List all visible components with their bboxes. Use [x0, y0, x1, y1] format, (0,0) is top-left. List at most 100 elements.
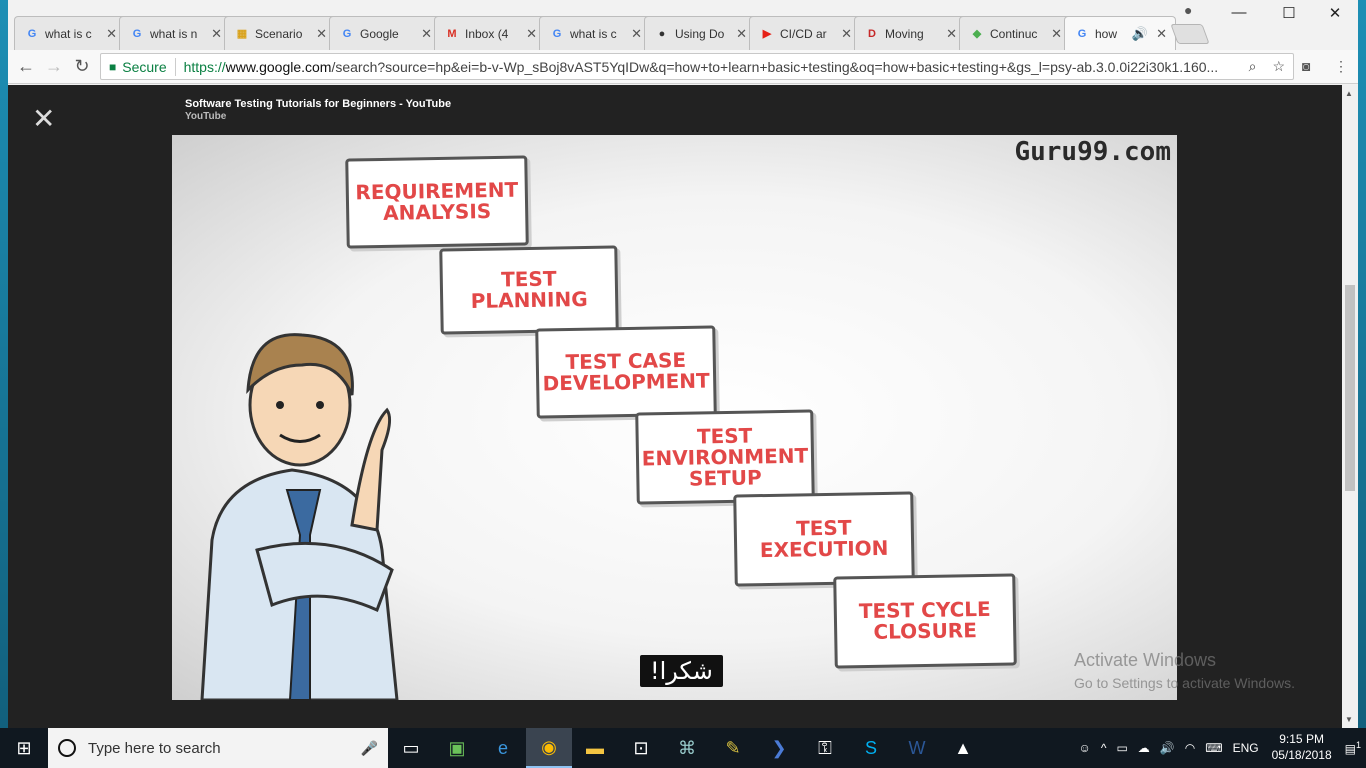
notification-center-icon[interactable]: ▤1 [1345, 740, 1361, 756]
pencil-tool-icon[interactable]: ✎ [710, 728, 756, 768]
lock-icon: ■ [109, 59, 117, 74]
close-tab-icon[interactable]: ✕ [1051, 26, 1062, 42]
file-explorer-icon[interactable]: ▬ [572, 728, 618, 768]
url-scheme: https:// [183, 58, 226, 75]
close-window-icon[interactable]: ✕ [1320, 4, 1350, 22]
close-tab-icon[interactable]: ✕ [1156, 26, 1167, 42]
stage-text: ANALYSIS [382, 199, 492, 225]
close-tab-icon[interactable]: ✕ [211, 26, 222, 42]
edge-browser-icon[interactable]: e [480, 728, 526, 768]
extension-icon[interactable]: ◙ [1302, 58, 1310, 74]
battery-icon[interactable]: ▭ [1116, 741, 1127, 755]
store-bag-icon[interactable]: ⊡ [618, 728, 664, 768]
people-icon[interactable]: ☺ [1079, 741, 1091, 755]
close-viewer-icon[interactable]: ✕ [32, 105, 55, 133]
google-icon: G [1077, 27, 1087, 40]
stage-text: PLANNING [470, 286, 588, 314]
brand-watermark: Guru99.com [1014, 137, 1171, 167]
cortana-icon [58, 739, 76, 757]
minimize-icon[interactable]: — [1224, 4, 1254, 21]
close-tab-icon[interactable]: ✕ [841, 26, 852, 42]
clock-date: 05/18/2018 [1271, 748, 1332, 762]
notification-count: 1 [1355, 740, 1361, 750]
speaker-icon: 🔊 [1131, 25, 1149, 41]
word-icon[interactable]: W [894, 728, 940, 768]
windows-start-icon[interactable]: ⊞ [0, 728, 48, 768]
new-tab-button[interactable] [1170, 24, 1210, 44]
close-tab-icon[interactable]: ✕ [106, 26, 117, 42]
show-hidden-icons-icon[interactable]: ^ [1101, 741, 1107, 755]
skype-icon[interactable]: S [848, 728, 894, 768]
tab-label: what is n [150, 26, 198, 41]
address-bar[interactable]: ■ Secure https://www.google.com/search?s… [100, 53, 1294, 80]
reload-icon[interactable]: ↻ [70, 56, 94, 77]
scroll-up-icon[interactable]: ▲ [1345, 89, 1353, 98]
clock[interactable]: 9:15 PM 05/18/2018 [1272, 732, 1332, 763]
close-tab-icon[interactable]: ✕ [421, 26, 432, 42]
viewer-source[interactable]: YouTube [185, 111, 226, 122]
tab[interactable]: ◆ Continuc ✕ [959, 16, 1071, 50]
desktop-right-edge [1358, 0, 1366, 728]
close-tab-icon[interactable]: ✕ [946, 26, 957, 42]
back-icon[interactable]: ← [14, 56, 38, 77]
wifi-icon[interactable]: ◠ [1185, 741, 1195, 755]
keyboard-icon[interactable]: ⌨ [1205, 741, 1222, 755]
viewer-title[interactable]: Software Testing Tutorials for Beginners… [185, 98, 451, 110]
url-host: www.google.com [225, 58, 332, 75]
tab-label: Continuc [990, 26, 1038, 41]
tab[interactable]: ▶ CI/CD ar ✕ [749, 16, 861, 50]
zoom-icon[interactable]: ⌕ [1249, 58, 1257, 75]
tab[interactable]: Gwhat is n ✕ [119, 16, 231, 50]
stage-text: DEVELOPMENT [542, 368, 710, 396]
tab-strip: Gwhat is c ✕ Gwhat is n ✕ ▦ Scenario ✕ G Goog… [8, 0, 1358, 50]
bookmark-star-icon[interactable]: ☆ [1272, 58, 1285, 75]
profile-icon[interactable]: ● [1184, 2, 1192, 18]
video-frame[interactable]: Guru99.com REQUIREMENT ANALYSIS TEST PLANN… [172, 135, 1177, 700]
close-tab-icon[interactable]: ✕ [316, 26, 327, 42]
page-scrollbar[interactable]: ▲ ▼ [1342, 85, 1358, 728]
tab[interactable]: ▦ Scenario ✕ [224, 16, 336, 50]
tab[interactable]: M Inbox (4 ✕ [434, 16, 546, 50]
scroll-down-icon[interactable]: ▼ [1345, 715, 1353, 724]
watermark-subtitle: Go to Settings to activate Windows. [1074, 675, 1295, 691]
secure-label: Secure [122, 58, 167, 75]
photos-icon[interactable]: ▲ [940, 728, 986, 768]
language-indicator[interactable]: ENG [1233, 741, 1259, 755]
tab[interactable]: ● Using Do ✕ [644, 16, 756, 50]
store-app-icon[interactable]: ▣ [434, 728, 480, 768]
security-app-icon[interactable]: ⚿ [802, 728, 848, 768]
tab-active[interactable]: Ghow 🔊 ✕ [1064, 16, 1176, 50]
system-tray: ☺ ^ ▭ ☁ 🔊 ◠ ⌨ ENG 9:15 PM 05/18/2018 ▤1 [1074, 728, 1366, 768]
tab[interactable]: G Google ✕ [329, 16, 441, 50]
url-text[interactable]: https://www.google.com/search?source=hp&… [184, 59, 1241, 75]
tab[interactable]: Gwhat is c ✕ [539, 16, 651, 50]
tab[interactable]: Gwhat is c ✕ [14, 16, 126, 50]
forward-icon[interactable]: → [42, 56, 66, 77]
taskbar: ⊞ Type here to search 🎤 ▭ ▣ e ◉ ▬ ⊡ ⌘ ✎ … [0, 728, 1366, 768]
microphone-icon[interactable]: 🎤 [361, 740, 378, 757]
chrome-browser-icon[interactable]: ◉ [526, 728, 572, 768]
scroll-thumb[interactable] [1345, 285, 1355, 491]
search-placeholder: Type here to search [88, 739, 221, 757]
stage-card: TEST PLANNING [439, 245, 619, 335]
tab-label: Inbox (4 [465, 26, 509, 41]
leaf-icon: ◆ [972, 28, 982, 40]
cloud-icon[interactable]: ☁ [1138, 741, 1150, 755]
taskbar-search[interactable]: Type here to search 🎤 [48, 728, 388, 768]
close-tab-icon[interactable]: ✕ [736, 26, 747, 42]
volume-icon[interactable]: 🔊 [1160, 741, 1175, 755]
close-tab-icon[interactable]: ✕ [526, 26, 537, 42]
maximize-icon[interactable]: ☐ [1274, 4, 1304, 22]
google-icon: G [342, 27, 352, 40]
stage-card: TEST ENVIRONMENT SETUP [635, 409, 815, 505]
powershell-icon[interactable]: ❯ [756, 728, 802, 768]
tab-label: Scenario [255, 26, 303, 41]
menu-icon[interactable]: ⋮ [1334, 58, 1348, 75]
close-tab-icon[interactable]: ✕ [631, 26, 642, 42]
watermark-title: Activate Windows [1074, 650, 1217, 670]
google-icon: G [132, 27, 142, 40]
network-tool-icon[interactable]: ⌘ [664, 728, 710, 768]
github-icon: ● [658, 27, 666, 40]
tab[interactable]: D Moving ✕ [854, 16, 966, 50]
task-view-icon[interactable]: ▭ [388, 728, 434, 768]
